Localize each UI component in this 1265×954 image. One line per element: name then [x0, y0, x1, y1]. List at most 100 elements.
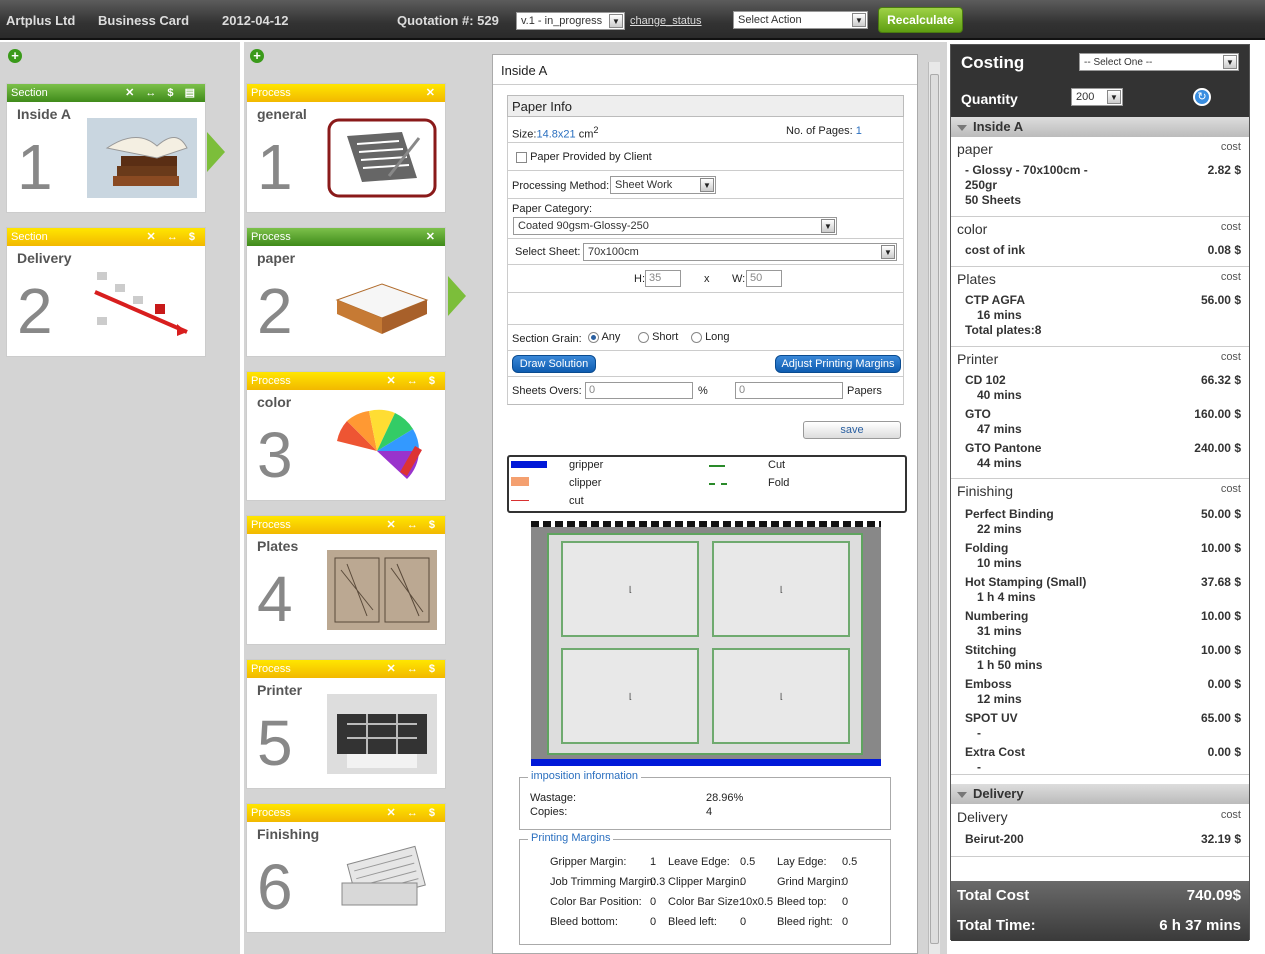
quantity-select[interactable]: 200 ▼ [1071, 88, 1123, 106]
cost-group-title: Plates [957, 271, 996, 287]
process-card[interactable]: Process ✕ ↔ $ Printer 5 [246, 659, 446, 789]
card-name: Delivery [17, 250, 72, 266]
corner-mark-icon: ⌊ [629, 585, 633, 594]
process-card[interactable]: Process ✕ ↔ $ color 3 [246, 371, 446, 501]
fold-label: Fold [768, 477, 790, 489]
cost-line: Folding [965, 541, 1009, 555]
margin-value: 0 [842, 896, 849, 908]
legend: gripper clipper cut Cut Fold [507, 455, 907, 513]
process-card-header: Process ✕ [247, 84, 445, 102]
draw-solution-button[interactable]: Draw Solution [512, 355, 596, 373]
collapse-triangle-icon [957, 124, 967, 131]
cost-line: Hot Stamping (Small) [965, 575, 1087, 589]
sheets-overs-input[interactable]: 0 [585, 382, 693, 399]
paper-tray-image [327, 262, 437, 342]
processing-method-row: Processing Method: Sheet Work ▼ [507, 171, 904, 199]
card-controls-icons[interactable]: ✕ ↔ $ [387, 374, 439, 387]
card-name: paper [257, 250, 296, 266]
card-controls-icons[interactable]: ✕ ↔ $ [147, 230, 199, 243]
top-bar: Artplus Ltd Business Card 2012-04-12 Quo… [0, 0, 1265, 40]
cost-value: 160.00 $ [1194, 407, 1241, 421]
add-process-icon[interactable]: + [250, 49, 264, 63]
margin-label: Job Trimming Margin: [550, 876, 656, 888]
cost-value: 66.32 $ [1200, 373, 1241, 387]
costing-title: Costing [961, 53, 1025, 72]
printer-image [327, 694, 437, 774]
imposition-sheet: ⌊ ⌊ ⌊ ⌊ [531, 521, 881, 766]
process-card[interactable]: Process ✕ ↔ $ Finishing 6 [246, 803, 446, 933]
main-area: Inside A Paper Info Size:14.8x21 cm2 No.… [482, 42, 947, 954]
product-name: Business Card [98, 13, 190, 28]
margin-label: Bleed left: [668, 916, 717, 928]
select-sheet-select[interactable]: 70x100cm ▼ [583, 243, 897, 261]
sheets-overs-row: Sheets Overs: 0 % 0 Papers [507, 377, 904, 405]
size-row: Size:14.8x21 cm2 No. of Pages: 1 [507, 117, 904, 143]
card-controls-icons[interactable]: ✕ [426, 230, 439, 243]
cost-line: 12 mins [977, 692, 1022, 706]
margin-value: 0 [650, 896, 657, 908]
total-time-value: 6 h 37 mins [1159, 917, 1241, 934]
costing-section-header[interactable]: Delivery [951, 784, 1249, 804]
cost-value: 37.68 $ [1200, 575, 1241, 589]
card-header-label: Process [251, 519, 291, 531]
process-card[interactable]: Process ✕ general 1 [246, 83, 446, 213]
actions-row: Draw Solution Adjust Printing Margins [507, 351, 904, 377]
height-input[interactable]: 35 [645, 270, 681, 287]
paper-category-value: Coated 90gsm-Glossy-250 [518, 220, 649, 232]
cost-value: 2.82 $ [1207, 163, 1241, 177]
client-paper-row: Paper Provided by Client [507, 143, 904, 171]
corner-mark-icon: ⌊ [629, 692, 633, 701]
percent-label: % [698, 385, 708, 397]
card-controls-icons[interactable]: ✕ ↔ $ [387, 518, 439, 531]
process-card[interactable]: Process ✕ ↔ $ Plates 4 [246, 515, 446, 645]
pages-value: 1 [855, 125, 862, 137]
cost-line: GTO Pantone [965, 441, 1042, 455]
gripper-label: gripper [569, 459, 604, 471]
card-number: 5 [257, 707, 293, 779]
refresh-icon[interactable]: ↻ [1193, 88, 1211, 106]
section-card[interactable]: Section ✕ ↔ $ Delivery 2 [6, 227, 206, 357]
quotation-date: 2012-04-12 [222, 13, 289, 28]
costing-section-header[interactable]: Inside A [951, 117, 1249, 137]
collapse-triangle-icon [957, 791, 967, 798]
add-section-icon[interactable]: + [8, 49, 22, 63]
grain-long-radio[interactable] [691, 331, 702, 343]
papers-input[interactable]: 0 [735, 382, 843, 399]
size-value: 14.8x21 [536, 128, 576, 141]
color-swatch-image [327, 406, 437, 486]
action-select[interactable]: Select Action ▼ [733, 11, 868, 29]
cost-column-label: cost [1220, 351, 1241, 363]
version-select[interactable]: v.1 - in_progress ▼ [516, 12, 625, 30]
size-sup: 2 [593, 125, 599, 135]
card-controls-icons[interactable]: ✕ ↔ $ ▤ [125, 86, 199, 99]
paper-category-select[interactable]: Coated 90gsm-Glossy-250 ▼ [513, 217, 837, 235]
wastage-label: Wastage: [530, 792, 577, 804]
processing-method-select[interactable]: Sheet Work ▼ [610, 176, 716, 194]
scrollbar-thumb[interactable] [930, 74, 939, 944]
card-controls-icons[interactable]: ✕ ↔ $ [387, 662, 439, 675]
recalculate-button[interactable]: Recalculate [878, 7, 963, 33]
processes-column: + Process ✕ general 1 Process ✕ paper 2 Process ✕… [240, 42, 482, 954]
margin-label: Leave Edge: [668, 856, 730, 868]
process-card[interactable]: Process ✕ paper 2 [246, 227, 446, 357]
margin-value: 1 [650, 856, 657, 868]
printing-margins: Printing Margins Gripper Margin: 1 Leave E… [519, 832, 891, 945]
card-controls-icons[interactable]: ✕ ↔ $ [387, 806, 439, 819]
cost-line: Numbering [965, 609, 1029, 623]
costing-select[interactable]: -- Select One -- ▼ [1079, 53, 1239, 71]
cost-line: 40 mins [977, 388, 1022, 402]
vertical-scrollbar[interactable] [928, 62, 940, 954]
change-status-link[interactable]: change_status [630, 15, 702, 27]
cost-column-label: cost [1220, 483, 1241, 495]
card-header-label: Process [251, 375, 291, 387]
grain-short-radio[interactable] [638, 331, 649, 343]
cost-line: CD 102 [965, 373, 1006, 387]
section-card[interactable]: Section ✕ ↔ $ ▤ Inside A 1 [6, 83, 206, 213]
card-name: Finishing [257, 826, 320, 842]
card-controls-icons[interactable]: ✕ [426, 86, 439, 99]
save-button[interactable]: save [803, 421, 901, 439]
adjust-margins-button[interactable]: Adjust Printing Margins [775, 355, 901, 373]
grain-any-radio[interactable] [588, 331, 599, 343]
width-input[interactable]: 50 [746, 270, 782, 287]
paper-provided-checkbox[interactable] [516, 151, 527, 163]
